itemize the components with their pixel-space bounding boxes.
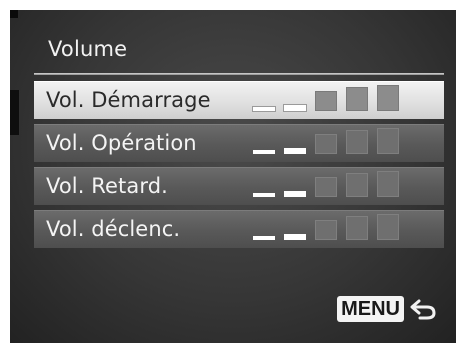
menu-item-label: Vol. déclenc.	[46, 217, 181, 241]
volume-bar	[377, 85, 399, 111]
camera-screen: Volume Vol. Démarrage Vol. Opération Vol…	[10, 10, 456, 343]
volume-bar	[315, 91, 337, 111]
volume-level-meter[interactable]	[253, 214, 403, 245]
title-divider	[34, 73, 444, 75]
volume-bar	[377, 214, 399, 240]
volume-bar	[253, 193, 275, 197]
menu-item-startup-volume[interactable]: Vol. Démarrage	[34, 81, 444, 119]
volume-level-meter[interactable]	[253, 171, 403, 202]
tab-indicator	[10, 90, 19, 135]
volume-bar	[346, 173, 368, 197]
volume-bar	[346, 130, 368, 154]
menu-item-operation-volume[interactable]: Vol. Opération	[34, 124, 444, 162]
volume-bar	[346, 87, 368, 111]
volume-bar	[253, 107, 275, 111]
volume-bar	[377, 171, 399, 197]
menu-item-shutter-volume[interactable]: Vol. déclenc.	[34, 210, 444, 248]
volume-level-meter[interactable]	[253, 128, 403, 159]
footer-controls: MENU	[337, 295, 438, 323]
return-arrow-icon[interactable]	[408, 296, 438, 322]
menu-item-label: Vol. Retard.	[46, 174, 168, 198]
volume-bar	[377, 128, 399, 154]
volume-bar	[346, 216, 368, 240]
volume-bar	[253, 236, 275, 240]
menu-item-label: Vol. Opération	[46, 131, 197, 155]
volume-bar	[315, 134, 337, 154]
volume-menu-list: Vol. Démarrage Vol. Opération Vol. Retar…	[34, 81, 444, 253]
volume-bar	[315, 177, 337, 197]
volume-level-meter[interactable]	[253, 85, 403, 116]
corner-mark	[10, 10, 18, 18]
volume-bar	[253, 150, 275, 154]
volume-bar	[284, 105, 306, 111]
menu-button[interactable]: MENU	[337, 296, 404, 322]
volume-bar	[315, 220, 337, 240]
menu-item-selftimer-volume[interactable]: Vol. Retard.	[34, 167, 444, 205]
volume-bar	[284, 191, 306, 197]
volume-bar	[284, 148, 306, 154]
volume-bar	[284, 234, 306, 240]
menu-item-label: Vol. Démarrage	[46, 88, 211, 112]
page-title: Volume	[48, 37, 128, 61]
